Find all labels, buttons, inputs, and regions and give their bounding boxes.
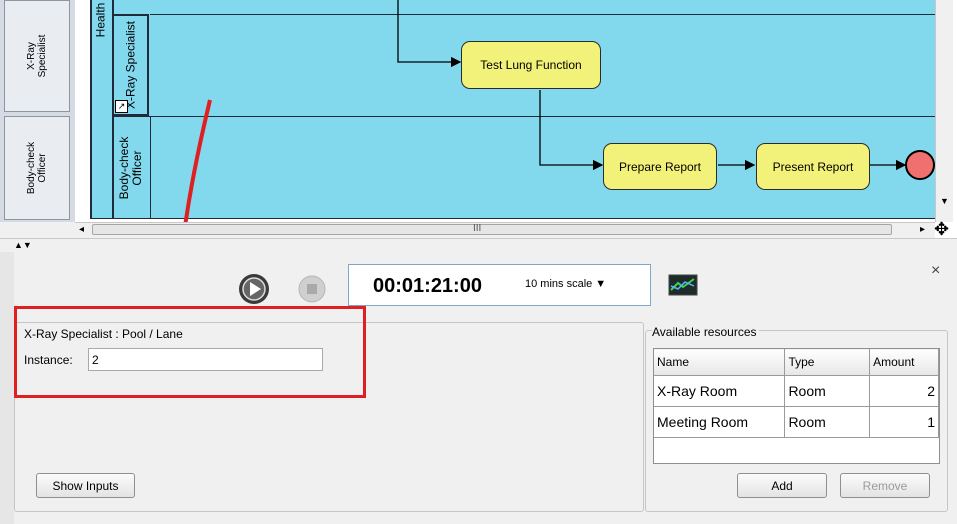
corner-box xyxy=(0,222,75,238)
cell-type: Room xyxy=(784,375,871,407)
horizontal-scroll-thumb[interactable]: III xyxy=(92,223,892,235)
scroll-grip: III xyxy=(473,223,482,234)
vertical-scrollbar[interactable]: ▼ xyxy=(935,0,953,222)
time-scale-dropdown[interactable]: 10 mins scale ▼ xyxy=(525,278,606,290)
resources-table[interactable]: Name Type Amount X-Ray Room Room 2 Meeti… xyxy=(653,348,940,464)
scroll-left-icon[interactable]: ◂ xyxy=(79,224,84,235)
column-header-name[interactable]: Name xyxy=(654,349,786,376)
panel-left-edge xyxy=(0,252,14,524)
run-simulation-icon[interactable] xyxy=(237,272,271,306)
table-row[interactable]: X-Ray Room Room 2 xyxy=(654,375,939,407)
chart-icon[interactable] xyxy=(668,274,698,296)
resources-title: Available resources xyxy=(652,325,759,339)
highlight-box xyxy=(14,306,366,398)
cell-amount: 1 xyxy=(869,406,939,438)
scroll-down-icon[interactable]: ▼ xyxy=(940,196,949,206)
stop-simulation-icon[interactable] xyxy=(298,275,326,303)
task-label: Test Lung Function xyxy=(480,58,582,72)
flow-to-prepare[interactable] xyxy=(539,90,604,171)
task-label: Present Report xyxy=(772,159,854,174)
elapsed-time: 00:01:21:00 xyxy=(373,275,482,297)
flow-to-test[interactable] xyxy=(397,0,462,68)
time-display: 00:01:21:00 10 mins scale ▼ xyxy=(348,264,651,306)
task-test-lung-function[interactable]: Test Lung Function xyxy=(461,41,601,89)
column-header-amount[interactable]: Amount xyxy=(869,349,939,376)
pan-icon[interactable]: ✥ xyxy=(934,220,949,238)
task-label: Prepare Report xyxy=(618,159,702,174)
task-prepare-report[interactable]: Prepare Report xyxy=(603,143,717,190)
cell-amount: 2 xyxy=(869,375,939,407)
scroll-right-icon[interactable]: ▸ xyxy=(920,224,925,235)
table-row[interactable]: Meeting Room Room 1 xyxy=(654,406,939,438)
collapse-split-icon[interactable]: ▲▼ xyxy=(14,239,32,251)
cell-type: Room xyxy=(784,406,871,438)
splitter[interactable]: ▲▼ xyxy=(0,238,957,253)
table-header-row: Name Type Amount xyxy=(654,349,939,376)
show-inputs-button[interactable]: Show Inputs xyxy=(36,473,135,498)
annotation-arrow xyxy=(183,99,212,222)
close-icon[interactable]: × xyxy=(931,262,940,280)
end-event[interactable] xyxy=(905,150,935,180)
column-header-type[interactable]: Type xyxy=(784,349,871,376)
cell-name: X-Ray Room xyxy=(654,375,786,407)
add-resource-button[interactable]: Add xyxy=(737,473,827,498)
task-present-report[interactable]: Present Report xyxy=(756,143,870,190)
cell-name: Meeting Room xyxy=(654,406,786,438)
remove-resource-button[interactable]: Remove xyxy=(840,473,930,498)
